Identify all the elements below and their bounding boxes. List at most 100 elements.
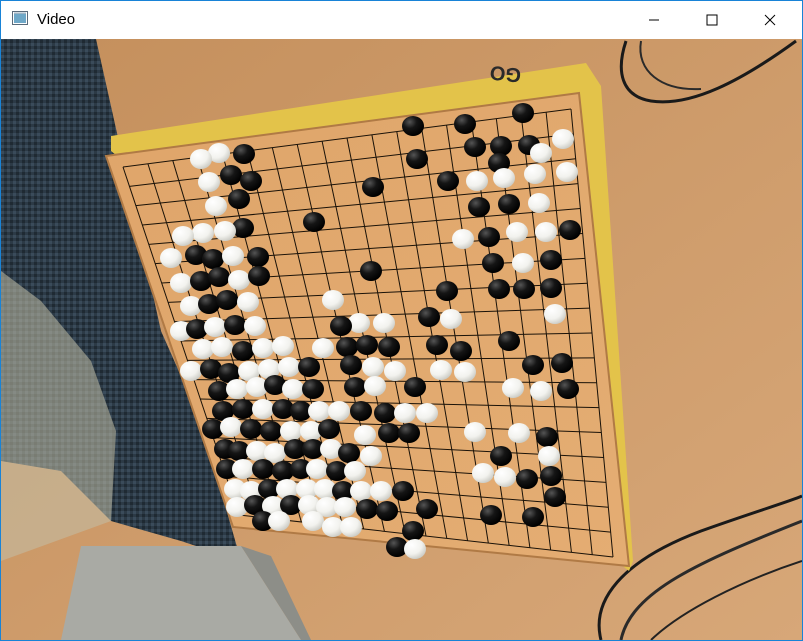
- black-stone: [512, 103, 534, 123]
- white-stone: [237, 292, 259, 312]
- black-stone: [426, 335, 448, 355]
- black-stone: [418, 307, 440, 327]
- white-stone: [322, 290, 344, 310]
- white-stone: [344, 461, 366, 481]
- black-stone: [216, 290, 238, 310]
- black-stone: [232, 399, 254, 419]
- black-stone: [248, 266, 270, 286]
- black-stone: [406, 149, 428, 169]
- white-stone: [190, 149, 212, 169]
- black-stone: [338, 443, 360, 463]
- white-stone: [524, 164, 546, 184]
- white-stone: [214, 221, 236, 241]
- white-stone: [472, 463, 494, 483]
- black-stone: [522, 507, 544, 527]
- white-stone: [528, 193, 550, 213]
- close-button[interactable]: [747, 1, 793, 39]
- white-stone: [220, 417, 242, 437]
- maximize-button[interactable]: [689, 1, 735, 39]
- white-stone: [302, 511, 324, 531]
- white-stone: [508, 423, 530, 443]
- black-stone: [551, 353, 573, 373]
- black-stone: [378, 337, 400, 357]
- black-stone: [336, 337, 358, 357]
- black-stone: [233, 144, 255, 164]
- white-stone: [198, 172, 220, 192]
- white-stone: [354, 425, 376, 445]
- black-stone: [544, 487, 566, 507]
- black-stone: [488, 279, 510, 299]
- white-stone: [452, 229, 474, 249]
- window-title: Video: [37, 11, 76, 28]
- white-stone: [404, 539, 426, 559]
- black-stone: [302, 379, 324, 399]
- app-window: Video GO: [0, 0, 803, 641]
- black-stone: [522, 355, 544, 375]
- black-stone: [402, 116, 424, 136]
- black-stone: [540, 250, 562, 270]
- black-stone: [536, 427, 558, 447]
- white-stone: [180, 361, 202, 381]
- white-stone: [370, 481, 392, 501]
- white-stone: [494, 467, 516, 487]
- video-frame: GO: [1, 39, 802, 640]
- black-stone: [378, 423, 400, 443]
- black-stone: [516, 469, 538, 489]
- box-label: GO: [489, 61, 522, 86]
- black-stone: [340, 355, 362, 375]
- black-stone: [224, 315, 246, 335]
- black-stone: [392, 481, 414, 501]
- white-stone: [160, 248, 182, 268]
- black-stone: [480, 505, 502, 525]
- black-stone: [247, 247, 269, 267]
- video-scene: GO: [1, 39, 802, 640]
- white-stone: [493, 168, 515, 188]
- black-stone: [450, 341, 472, 361]
- white-stone: [506, 222, 528, 242]
- white-stone: [502, 378, 524, 398]
- white-stone: [552, 129, 574, 149]
- white-stone: [222, 246, 244, 266]
- white-stone: [204, 317, 226, 337]
- white-stone: [440, 309, 462, 329]
- black-stone: [330, 316, 352, 336]
- minimize-icon: [649, 19, 659, 21]
- minimize-button[interactable]: [631, 1, 677, 39]
- white-stone: [360, 446, 382, 466]
- white-stone: [211, 337, 233, 357]
- black-stone: [398, 423, 420, 443]
- black-stone: [318, 419, 340, 439]
- black-stone: [362, 177, 384, 197]
- black-stone: [464, 137, 486, 157]
- white-stone: [535, 222, 557, 242]
- black-stone: [436, 281, 458, 301]
- white-stone: [328, 401, 350, 421]
- black-stone: [416, 499, 438, 519]
- black-stone: [298, 357, 320, 377]
- white-stone: [172, 226, 194, 246]
- black-stone: [513, 279, 535, 299]
- white-stone: [282, 379, 304, 399]
- black-stone: [404, 377, 426, 397]
- white-stone: [530, 143, 552, 163]
- white-stone: [464, 422, 486, 442]
- white-stone: [232, 459, 254, 479]
- black-stone: [454, 114, 476, 134]
- white-stone: [340, 517, 362, 537]
- black-stone: [376, 501, 398, 521]
- white-stone: [308, 401, 330, 421]
- white-stone: [226, 379, 248, 399]
- white-stone: [466, 171, 488, 191]
- black-stone: [437, 171, 459, 191]
- white-stone: [170, 273, 192, 293]
- black-stone: [202, 249, 224, 269]
- white-stone: [430, 360, 452, 380]
- black-stone: [220, 165, 242, 185]
- title-bar[interactable]: Video: [1, 1, 802, 39]
- black-stone: [252, 459, 274, 479]
- black-stone: [490, 136, 512, 156]
- white-stone: [252, 399, 274, 419]
- black-stone: [468, 197, 490, 217]
- white-stone: [268, 511, 290, 531]
- white-stone: [228, 270, 250, 290]
